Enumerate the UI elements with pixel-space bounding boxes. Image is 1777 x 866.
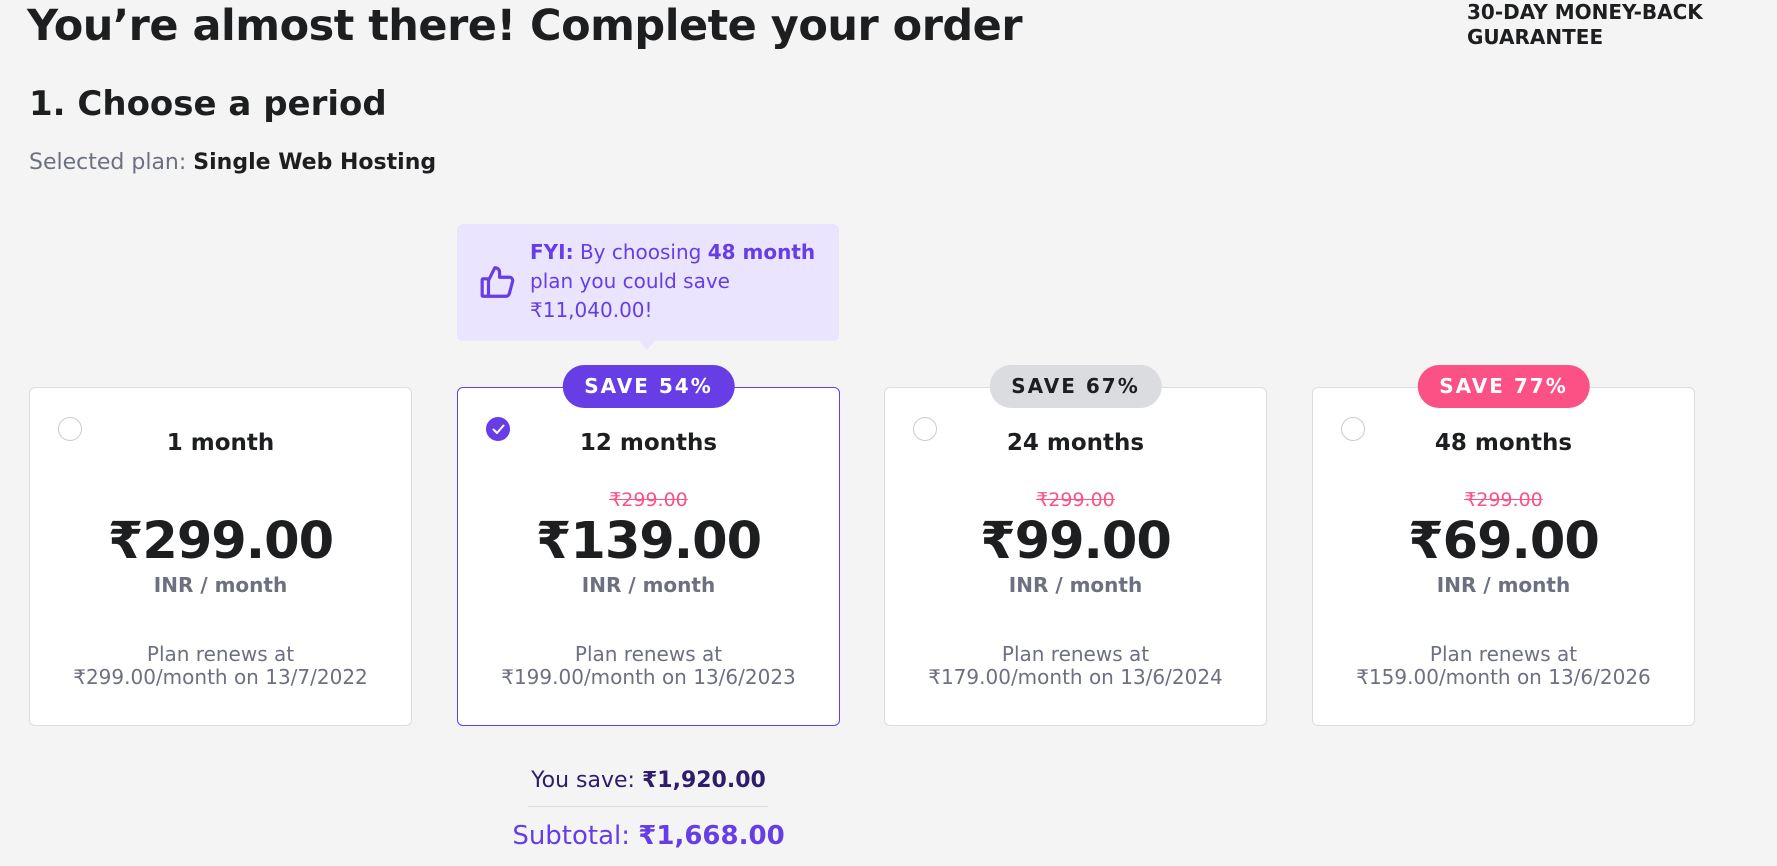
- save-badge: SAVE 67%: [989, 365, 1162, 408]
- divider: [528, 806, 768, 807]
- plan-renewal: Plan renews at ₹199.00/month on 13/6/202…: [501, 642, 796, 689]
- plan-unit: INR / month: [153, 573, 288, 597]
- plan-renewal: Plan renews at ₹159.00/month on 13/6/202…: [1356, 642, 1651, 689]
- you-save-label: You save:: [531, 768, 635, 793]
- plan-period: 24 months: [1006, 430, 1145, 456]
- fyi-prefix: FYI:: [530, 240, 574, 264]
- plan-card-48-months[interactable]: SAVE 77% 48 months ₹299.00 ₹69.00 INR / …: [1312, 365, 1695, 726]
- subtotal: Subtotal: ₹1,668.00: [457, 818, 840, 854]
- selected-plan: Selected plan: Single Web Hosting: [29, 148, 436, 178]
- plan-price: ₹139.00: [535, 512, 762, 571]
- fyi-text: FYI: By choosing 48 month plan you could…: [530, 238, 820, 325]
- plan-period: 48 months: [1434, 430, 1573, 456]
- plan-renewal: Plan renews at ₹299.00/month on 13/7/202…: [73, 642, 368, 689]
- section-title: 1. Choose a period: [29, 84, 387, 124]
- plan-price: ₹99.00: [980, 512, 1172, 571]
- you-save-value: ₹1,920.00: [641, 768, 766, 793]
- tooltip-arrow: [638, 340, 656, 350]
- save-badge: SAVE 77%: [1417, 365, 1590, 408]
- fyi-tooltip: FYI: By choosing 48 month plan you could…: [457, 224, 839, 350]
- subtotal-label: Subtotal:: [512, 821, 631, 851]
- plan-period: 12 months: [579, 430, 718, 456]
- plan-old-price: ₹299.00: [1036, 489, 1115, 511]
- thumbs-up-icon: [480, 266, 515, 298]
- plan-unit: INR / month: [581, 573, 716, 597]
- save-badge: SAVE 54%: [562, 365, 735, 408]
- plan-card-24-months[interactable]: SAVE 67% 24 months ₹299.00 ₹99.00 INR / …: [884, 365, 1267, 726]
- selected-plan-label: Selected plan:: [29, 150, 187, 175]
- fyi-text-2: plan you could save ₹11,040.00!: [530, 269, 730, 322]
- plan-period: 1 month: [166, 430, 275, 456]
- fyi-highlight: 48 month: [707, 240, 816, 264]
- plan-price: ₹69.00: [1408, 512, 1600, 571]
- page-title: You’re almost there! Complete your order: [27, 1, 1023, 51]
- plan-unit: INR / month: [1008, 573, 1143, 597]
- plan-old-price: ₹299.00: [609, 489, 688, 511]
- money-back-guarantee: 30-DAY MONEY-BACK GUARANTEE: [1467, 0, 1703, 49]
- plan-price: ₹299.00: [107, 512, 334, 571]
- plan-renewal: Plan renews at ₹179.00/month on 13/6/202…: [928, 642, 1223, 689]
- subtotal-value: ₹1,668.00: [638, 821, 785, 851]
- plan-old-price: ₹299.00: [1464, 489, 1543, 511]
- you-save: You save: ₹1,920.00: [457, 765, 840, 797]
- selected-plan-value: Single Web Hosting: [193, 150, 437, 175]
- fyi-text-1: By choosing: [579, 240, 702, 264]
- plan-card-12-months[interactable]: SAVE 54% 12 months ₹299.00 ₹139.00 INR /…: [457, 365, 840, 726]
- plan-unit: INR / month: [1436, 573, 1571, 597]
- plan-card-1-month[interactable]: 1 month ₹299.00 INR / month Plan renews …: [29, 387, 412, 726]
